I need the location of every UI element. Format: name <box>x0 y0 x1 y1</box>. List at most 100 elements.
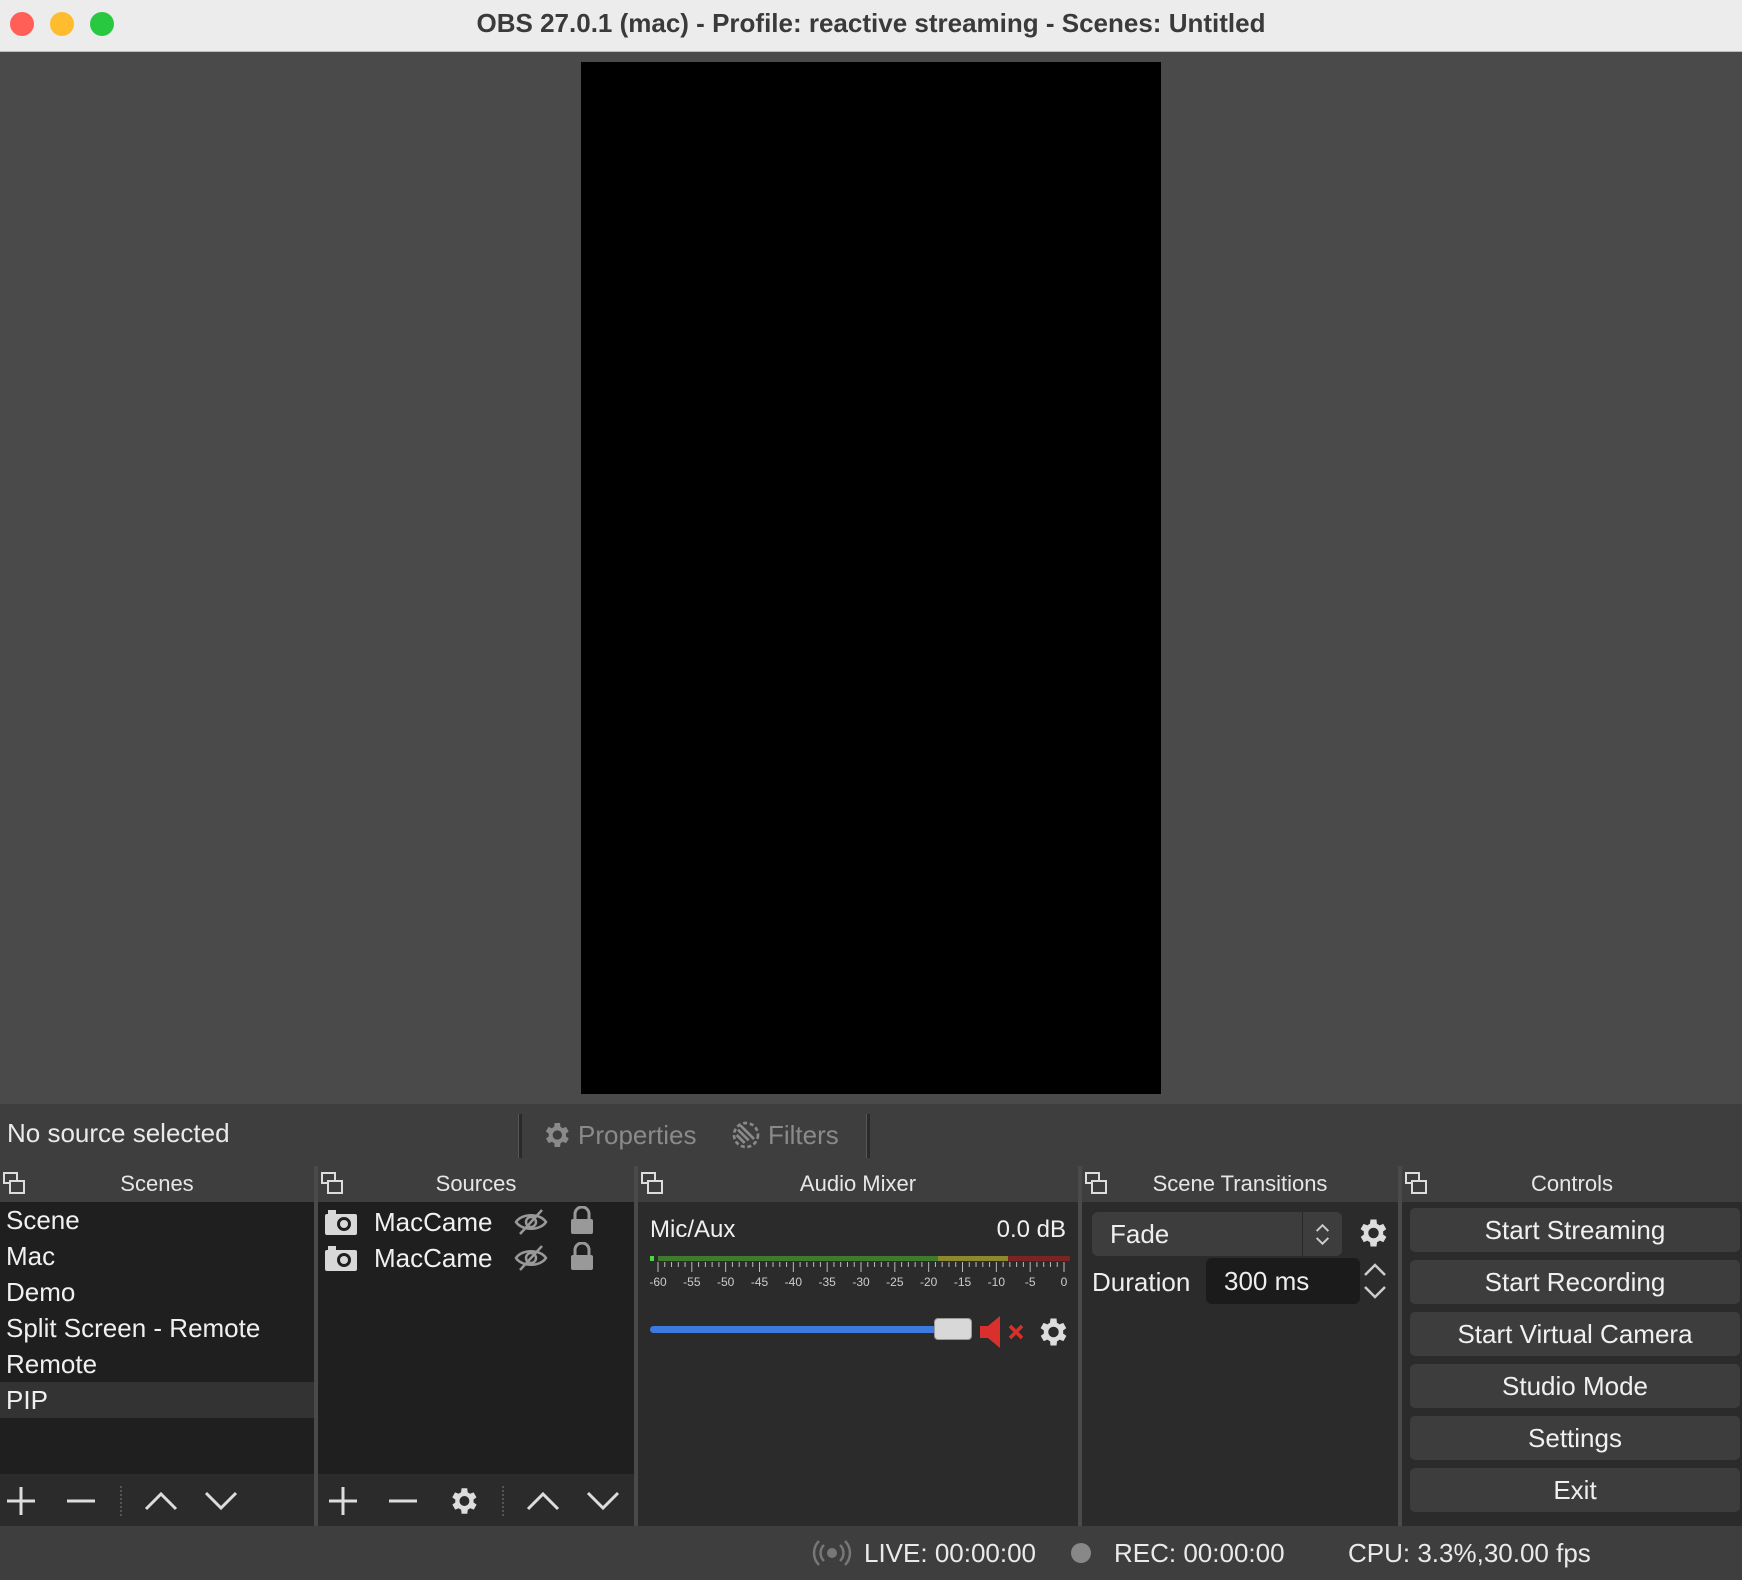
mixer-channel: Mic/Aux 0.0 dB -60 -55 -50 -45 -40 -35 -30 -25-… <box>638 1202 1078 1526</box>
scene-transitions-dock: Scene Transitions Fade Duration 300 ms <box>1082 1166 1398 1526</box>
toolbar-divider <box>120 1486 122 1516</box>
move-source-down-button[interactable] <box>584 1484 622 1518</box>
remove-source-button[interactable] <box>384 1484 422 1518</box>
add-scene-button[interactable] <box>2 1484 40 1518</box>
meter-scale-label: -15 <box>954 1275 972 1289</box>
gear-icon <box>452 1488 477 1514</box>
lock-icon[interactable] <box>568 1242 596 1272</box>
meter-scale-label: -20 <box>920 1275 938 1289</box>
duration-input[interactable]: 300 ms <box>1206 1258 1360 1304</box>
source-item[interactable]: MacCame <box>318 1204 634 1240</box>
transition-select[interactable]: Fade <box>1092 1212 1342 1256</box>
undock-icon[interactable] <box>320 1170 344 1196</box>
live-timer: LIVE: 00:00:00 <box>864 1538 1037 1568</box>
channel-level: 0.0 dB <box>996 1216 1066 1243</box>
properties-label: Properties <box>578 1119 697 1150</box>
live-broadcast-icon <box>812 1540 852 1566</box>
source-context-bar: No source selected Properties Filters <box>0 1104 1742 1166</box>
move-scene-up-button[interactable] <box>142 1484 180 1518</box>
undock-icon[interactable] <box>2 1170 26 1196</box>
camera-icon <box>325 1210 357 1235</box>
filters-label: Filters <box>768 1119 839 1150</box>
divider <box>866 1114 870 1158</box>
audio-mixer-title: Audio Mixer <box>799 1171 917 1196</box>
scenes-toolbar <box>0 1474 314 1526</box>
muted-speaker-icon[interactable] <box>978 1314 1030 1350</box>
chevron-up-icon <box>526 1491 560 1511</box>
move-source-up-button[interactable] <box>524 1484 562 1518</box>
filters-button[interactable]: Filters <box>730 1114 839 1156</box>
add-source-button[interactable] <box>324 1484 362 1518</box>
divider <box>518 1114 522 1158</box>
rec-timer: REC: 00:00:00 <box>1114 1538 1285 1568</box>
start-recording-button[interactable]: Start Recording <box>1410 1260 1740 1304</box>
meter-ticks <box>657 1262 1065 1272</box>
audio-mixer-dock-header: Audio Mixer <box>638 1166 1078 1202</box>
meter-scale-label: -45 <box>751 1275 769 1289</box>
window-title: OBS 27.0.1 (mac) - Profile: reactive str… <box>476 8 1266 38</box>
gear-icon <box>545 1123 569 1147</box>
source-name: MacCame <box>374 1207 493 1237</box>
exit-button[interactable]: Exit <box>1410 1468 1740 1512</box>
no-source-label: No source selected <box>7 1118 230 1148</box>
start-streaming-button[interactable]: Start Streaming <box>1410 1208 1740 1252</box>
studio-mode-button[interactable]: Studio Mode <box>1410 1364 1740 1408</box>
meter-scale-label: -50 <box>717 1275 735 1289</box>
status-bar: LIVE: 00:00:00 REC: 00:00:00 CPU: 3.3%,3… <box>0 1526 1742 1580</box>
undock-icon[interactable] <box>1084 1170 1108 1196</box>
start-virtual-camera-button[interactable]: Start Virtual Camera <box>1410 1312 1740 1356</box>
meter-yellow-zone <box>938 1256 1008 1261</box>
scene-item-selected[interactable]: PIP <box>0 1382 314 1418</box>
sources-title: Sources <box>435 1171 517 1196</box>
audio-mixer-dock: Audio Mixer Mic/Aux 0.0 dB -60 -55 -50 -45-… <box>638 1166 1078 1526</box>
volume-slider-handle[interactable] <box>934 1318 972 1340</box>
chevron-up-icon <box>144 1491 178 1511</box>
chevron-down-icon <box>204 1491 238 1511</box>
volume-slider-track[interactable] <box>650 1326 950 1333</box>
settings-button[interactable]: Settings <box>1410 1416 1740 1460</box>
gear-icon[interactable] <box>1354 1214 1390 1252</box>
remove-scene-button[interactable] <box>62 1484 100 1518</box>
scene-transitions-title: Scene Transitions <box>1152 1171 1328 1196</box>
meter-scale-label: -60 <box>650 1275 667 1289</box>
lock-icon[interactable] <box>568 1206 596 1236</box>
undock-icon[interactable] <box>1404 1170 1428 1196</box>
meter-red-zone <box>1008 1256 1070 1261</box>
scenes-title: Scenes <box>120 1171 194 1196</box>
title-bar: OBS 27.0.1 (mac) - Profile: reactive str… <box>0 0 1742 52</box>
minus-icon <box>389 1499 417 1503</box>
updown-chevron-icon <box>1302 1212 1330 1256</box>
source-item[interactable]: MacCame <box>318 1240 634 1276</box>
properties-button[interactable]: Properties <box>540 1114 697 1156</box>
meter-scale-label: -5 <box>1025 1275 1036 1289</box>
plus-icon <box>329 1487 357 1515</box>
meter-scale-label: -35 <box>818 1275 836 1289</box>
scene-item[interactable]: Demo <box>0 1274 314 1310</box>
hidden-eye-icon[interactable] <box>514 1208 548 1236</box>
meter-green-zone <box>658 1256 938 1261</box>
controls-title: Controls <box>1531 1171 1613 1196</box>
undock-icon[interactable] <box>640 1170 664 1196</box>
transitions-body: Fade Duration 300 ms <box>1082 1202 1398 1526</box>
controls-dock: Controls Start Streaming Start Recording… <box>1402 1166 1742 1526</box>
preview-canvas[interactable] <box>581 62 1161 1094</box>
plus-icon <box>7 1487 35 1515</box>
minus-icon <box>67 1499 95 1503</box>
scene-item[interactable]: Split Screen - Remote <box>0 1310 314 1346</box>
meter-labels: -60 -55 -50 -45 -40 -35 -30 -25 -20 -15 -10 -5 0 <box>650 1275 1068 1289</box>
controls-dock-header: Controls <box>1402 1166 1742 1202</box>
sources-toolbar <box>318 1474 634 1526</box>
hidden-eye-icon[interactable] <box>514 1244 548 1272</box>
duration-stepper[interactable] <box>1360 1258 1390 1304</box>
filters-icon <box>732 1121 760 1149</box>
preview-area[interactable] <box>0 52 1742 1104</box>
controls-body: Start Streaming Start Recording Start Vi… <box>1402 1202 1742 1526</box>
scenes-dock-header: Scenes <box>0 1166 314 1202</box>
gear-icon[interactable] <box>1034 1314 1070 1350</box>
scene-item[interactable]: Scene <box>0 1202 314 1238</box>
scene-item[interactable]: Mac <box>0 1238 314 1274</box>
meter-scale-label: -40 <box>785 1275 803 1289</box>
source-properties-button[interactable] <box>444 1484 482 1518</box>
scene-item[interactable]: Remote <box>0 1346 314 1382</box>
move-scene-down-button[interactable] <box>202 1484 240 1518</box>
